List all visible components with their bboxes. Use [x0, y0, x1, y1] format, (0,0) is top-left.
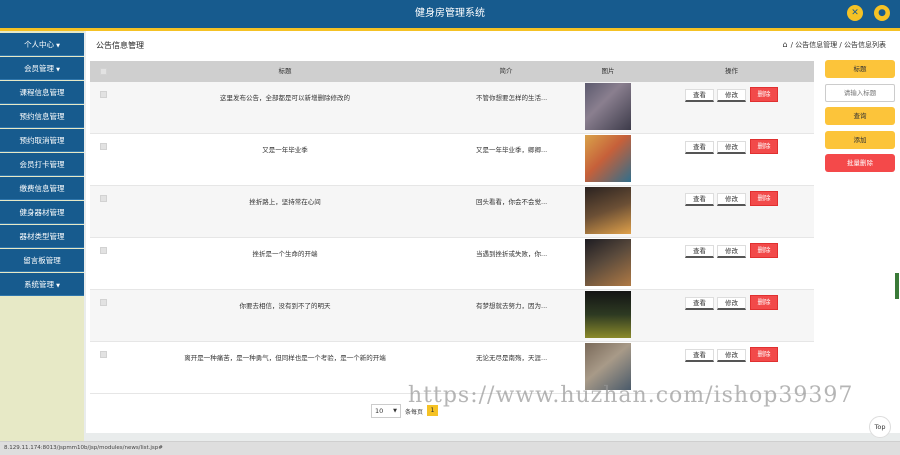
row-title: 这里发布公告，全部都是可以新增删除修改的 [220, 94, 350, 102]
row-image [585, 239, 631, 286]
view-button[interactable]: 查看 [685, 141, 714, 154]
breadcrumb-item[interactable]: 公告信息管理 [795, 41, 837, 49]
main-panel: 公告信息管理 ⌂ / 公告信息管理 / 公告信息列表 标题 简介 图片 操作 这里… [86, 31, 900, 433]
expand-icon[interactable]: ✕ [847, 5, 863, 21]
user-icon[interactable]: ● [874, 5, 890, 21]
app-title: 健身房管理系统 [415, 8, 485, 19]
delete-button[interactable]: 删除 [750, 295, 778, 310]
status-url: 8.129.11.174:8013/jspmm10b/jsp/modules/n… [4, 445, 163, 451]
add-button[interactable]: 添加 [825, 131, 895, 149]
row-checkbox[interactable] [100, 247, 107, 254]
select-all-checkbox[interactable] [100, 68, 107, 75]
per-page-label: 条每页 [405, 409, 424, 416]
sidebar-item-cancellations[interactable]: 预约取消管理 [0, 129, 84, 152]
edit-button[interactable]: 修改 [717, 193, 746, 206]
row-image [585, 83, 631, 130]
sidebar-item-message-board[interactable]: 留言板管理 [0, 249, 84, 272]
view-button[interactable]: 查看 [685, 193, 714, 206]
watermark-text: https://www.huzhan.com/ishop39397 [408, 383, 854, 408]
row-title: 挫折路上，坚持常在心间 [249, 198, 321, 206]
sidebar-item-bookings[interactable]: 预约信息管理 [0, 105, 84, 128]
sidebar-item-courses[interactable]: 课程信息管理 [0, 81, 84, 104]
sidebar-item-profile[interactable]: 个人中心 ▼ [0, 33, 84, 56]
row-intro: 不管你想要怎样的生活... [476, 94, 548, 102]
sidebar-item-payments[interactable]: 缴费信息管理 [0, 177, 84, 200]
table-header: 标题 简介 图片 操作 [90, 61, 814, 82]
sidebar: 个人中心 ▼ 会员管理 ▼ 课程信息管理 预约信息管理 预约取消管理 会员打卡管理 … [0, 31, 84, 441]
delete-button[interactable]: 删除 [750, 139, 778, 154]
column-header-title: 标题 [278, 67, 292, 75]
page-size-select[interactable]: 10 ▼ [371, 404, 401, 418]
delete-button[interactable]: 删除 [750, 191, 778, 206]
row-checkbox[interactable] [100, 299, 107, 306]
column-header-image: 图片 [601, 67, 615, 75]
chevron-down-icon: ▼ [56, 67, 60, 73]
row-title: 你要去相信，没有到不了的明天 [239, 302, 331, 310]
status-bar: 8.129.11.174:8013/jspmm10b/jsp/modules/n… [0, 441, 900, 455]
view-button[interactable]: 查看 [685, 297, 714, 310]
sidebar-item-checkins[interactable]: 会员打卡管理 [0, 153, 84, 176]
row-intro: 回头看看，你会不会觉... [476, 198, 548, 206]
edit-button[interactable]: 修改 [717, 297, 746, 310]
row-image [585, 187, 631, 234]
delete-button[interactable]: 删除 [750, 347, 778, 362]
edit-button[interactable]: 修改 [717, 245, 746, 258]
column-header-intro: 简介 [499, 67, 513, 75]
chevron-down-icon: ▼ [56, 43, 60, 49]
row-checkbox[interactable] [100, 143, 107, 150]
view-button[interactable]: 查看 [685, 89, 714, 102]
table-row: 挫折是一个生命的开端 当遇到挫折或失败，你... 查看 修改 删除 [90, 238, 814, 290]
delete-button[interactable]: 删除 [750, 243, 778, 258]
row-intro: 又是一年毕业季，卿卿... [476, 146, 548, 154]
table-row: 挫折路上，坚持常在心间 回头看看，你会不会觉... 查看 修改 删除 [90, 186, 814, 238]
search-input[interactable] [825, 84, 895, 102]
edit-button[interactable]: 修改 [717, 141, 746, 154]
batch-delete-button[interactable]: 批量删除 [825, 154, 895, 172]
row-checkbox[interactable] [100, 91, 107, 98]
row-title: 挫折是一个生命的开端 [252, 250, 318, 258]
row-checkbox[interactable] [100, 351, 107, 358]
row-checkbox[interactable] [100, 195, 107, 202]
chevron-down-icon: ▼ [393, 408, 397, 414]
query-button[interactable]: 查询 [825, 107, 895, 125]
row-title: 又是一年毕业季 [262, 146, 308, 154]
row-intro: 有梦想就去努力，因为... [476, 302, 548, 310]
sidebar-item-equipment-types[interactable]: 器材类型管理 [0, 225, 84, 248]
row-title: 离开是一种痛苦，是一种勇气，但同样也是一个考验，是一个新的开端 [184, 354, 386, 362]
sidebar-item-members[interactable]: 会员管理 ▼ [0, 57, 84, 80]
page-title: 公告信息管理 [96, 41, 144, 50]
row-intro: 无论无尽是南殇，天涯... [476, 354, 548, 362]
home-icon[interactable]: ⌂ [783, 40, 788, 49]
breadcrumb: ⌂ / 公告信息管理 / 公告信息列表 [782, 40, 887, 49]
row-intro: 当遇到挫折或失败，你... [476, 250, 548, 258]
view-button[interactable]: 查看 [685, 245, 714, 258]
scrollbar-thumb[interactable] [895, 273, 899, 299]
title-filter-label: 标题 [825, 60, 895, 78]
chevron-down-icon: ▼ [56, 283, 60, 289]
table-row: 你要去相信，没有到不了的明天 有梦想就去努力，因为... 查看 修改 删除 [90, 290, 814, 342]
edit-button[interactable]: 修改 [717, 89, 746, 102]
sidebar-item-equipment[interactable]: 健身器材管理 [0, 201, 84, 224]
column-header-actions: 操作 [725, 67, 738, 75]
view-button[interactable]: 查看 [685, 349, 714, 362]
back-to-top-button[interactable]: Top [869, 416, 891, 438]
edit-button[interactable]: 修改 [717, 349, 746, 362]
sidebar-item-system[interactable]: 系统管理 ▼ [0, 273, 84, 296]
table-row: 又是一年毕业季 又是一年毕业季，卿卿... 查看 修改 删除 [90, 134, 814, 186]
table-row: 这里发布公告，全部都是可以新增删除修改的 不管你想要怎样的生活... 查看 修改… [90, 82, 814, 134]
breadcrumb-item: 公告信息列表 [844, 41, 886, 49]
row-image [585, 135, 631, 182]
delete-button[interactable]: 删除 [750, 87, 778, 102]
row-image [585, 291, 631, 338]
